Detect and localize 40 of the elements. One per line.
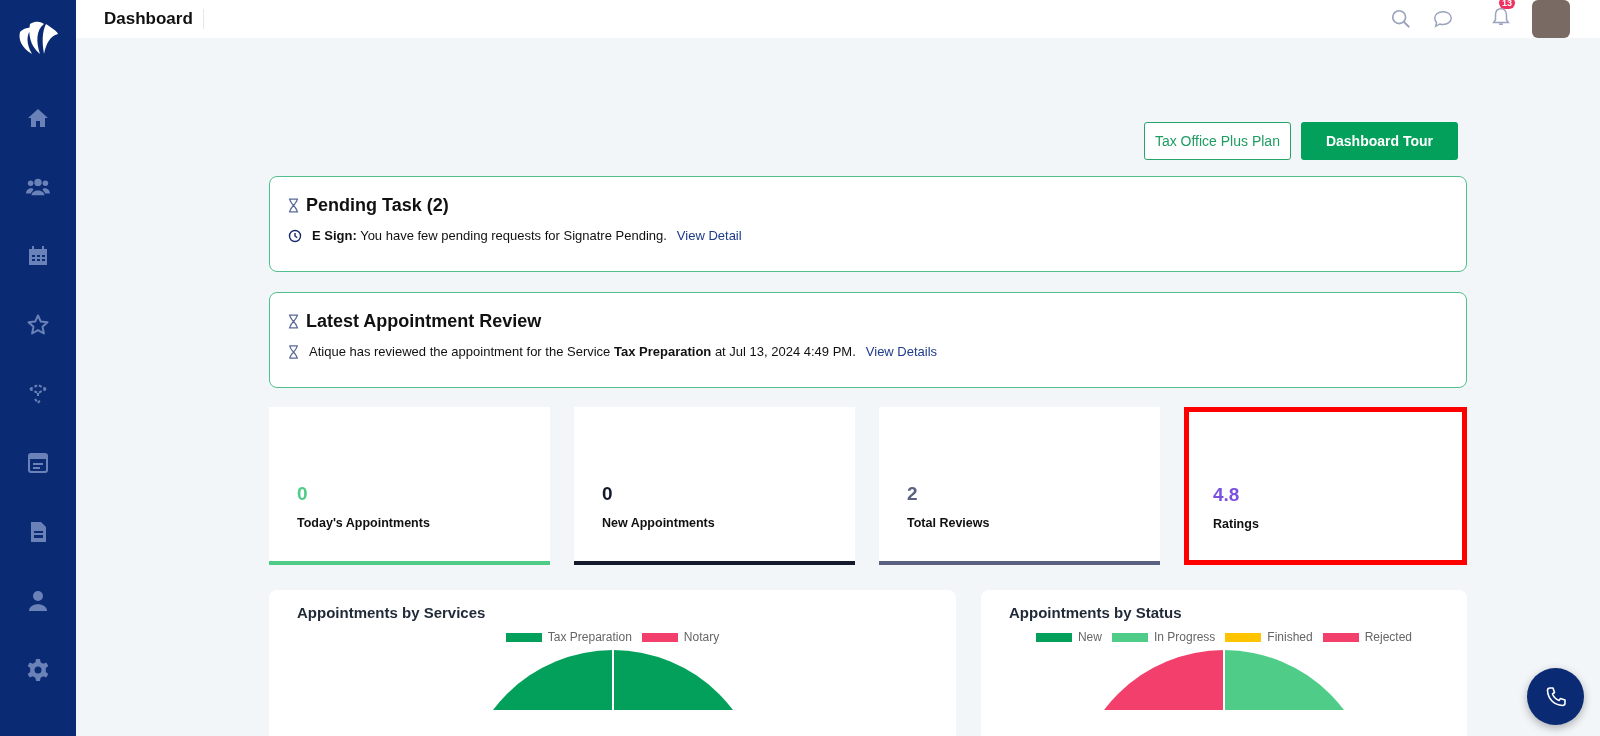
search-icon[interactable] — [1390, 8, 1412, 30]
star-icon[interactable] — [26, 313, 50, 337]
settings-icon[interactable] — [26, 658, 50, 682]
stat-value: 2 — [907, 483, 919, 505]
view-details-link[interactable]: View Detail — [676, 228, 742, 243]
stat-label: Today's Appointments — [297, 516, 431, 530]
notice-text: E Sign: You have few pending requests for Signatre Pending. — [312, 228, 667, 243]
legend-label: Notary — [683, 630, 720, 644]
user-icon[interactable] — [26, 589, 50, 613]
hourglass-icon — [288, 344, 299, 359]
chat-icon[interactable] — [1432, 8, 1454, 30]
legend-label: Rejected — [1364, 630, 1413, 644]
bell-icon[interactable] — [1490, 6, 1512, 28]
stat-value: 0 — [297, 483, 309, 505]
card-title: Pending Task (2) — [306, 195, 449, 216]
plan-button[interactable]: Tax Office Plus Plan — [1143, 122, 1291, 160]
stat-value: 4.8 — [1213, 484, 1241, 506]
notification-badge: 13 — [1499, 0, 1515, 9]
avatar-photo-placeholder[interactable] — [1532, 0, 1570, 38]
stat-value: 0 — [602, 483, 614, 505]
hourglass-icon — [288, 198, 299, 213]
chart-title: Appointments by Services — [297, 604, 487, 621]
view-details-link[interactable]: View Details — [865, 344, 938, 359]
board-icon[interactable] — [26, 451, 50, 475]
clock-icon — [288, 228, 302, 243]
home-icon[interactable] — [26, 106, 50, 130]
page-title: Dashboard — [104, 9, 204, 29]
chart-title: Appointments by Status — [1009, 604, 1183, 621]
calendar-icon[interactable] — [26, 244, 50, 268]
notice-text: Atique has reviewed the appointment for the Service Tax Preparation at Jul 13, 2024 4:49 PM. — [309, 344, 856, 359]
legend-label: Finished — [1267, 630, 1313, 644]
legend-label: In Progress — [1153, 630, 1216, 644]
call-button[interactable] — [1527, 668, 1584, 725]
hourglass-icon — [288, 314, 299, 329]
stat-label: New Appointments — [602, 516, 716, 530]
legend-label: New — [1077, 630, 1102, 644]
stat-label: Total Reviews — [907, 516, 991, 530]
stat-label: Ratings — [1213, 517, 1260, 531]
legend-label: Tax Preparation — [547, 630, 632, 644]
card-title: Latest Appointment Review — [306, 311, 542, 332]
